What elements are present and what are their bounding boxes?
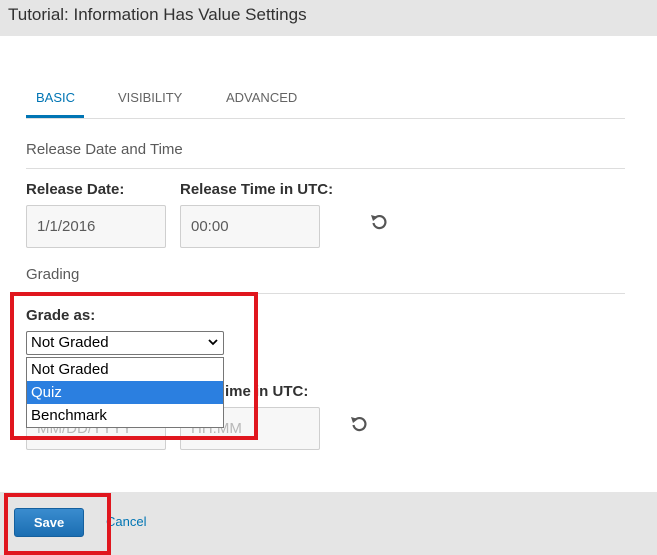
- active-tab-indicator: [26, 115, 84, 118]
- option-benchmark[interactable]: Benchmark: [27, 404, 223, 427]
- release-time-input[interactable]: 00:00: [180, 205, 320, 248]
- save-button[interactable]: Save: [14, 508, 84, 537]
- option-quiz[interactable]: Quiz: [27, 381, 223, 404]
- grading-section-title: Grading: [26, 266, 80, 283]
- footer-bar: [0, 492, 657, 555]
- grading-divider: [26, 293, 625, 294]
- cancel-link[interactable]: Cancel: [106, 514, 146, 529]
- title-bar: Tutorial: Information Has Value Settings: [0, 0, 657, 36]
- option-not-graded[interactable]: Not Graded: [27, 358, 223, 381]
- tab-basic[interactable]: BASIC: [36, 90, 75, 105]
- tab-visibility[interactable]: VISIBILITY: [118, 90, 182, 105]
- due-time-label: ime in UTC:: [225, 383, 309, 400]
- tab-advanced[interactable]: ADVANCED: [226, 90, 297, 105]
- settings-tabs: BASIC VISIBILITY ADVANCED: [26, 88, 625, 119]
- release-date-input[interactable]: 1/1/2016: [26, 205, 166, 248]
- release-section-title: Release Date and Time: [26, 141, 183, 158]
- release-time-label: Release Time in UTC:: [180, 181, 334, 198]
- grade-as-label: Grade as:: [26, 307, 96, 324]
- window-title: Tutorial: Information Has Value Settings: [8, 5, 307, 24]
- release-divider: [26, 168, 625, 169]
- undo-icon[interactable]: [369, 212, 389, 232]
- grade-as-selected-value: Not Graded: [31, 334, 109, 351]
- grade-as-dropdown-list: Not Graded Quiz Benchmark: [26, 357, 224, 428]
- release-date-label: Release Date:: [26, 181, 125, 198]
- chevron-down-icon: [208, 339, 218, 346]
- grade-as-select[interactable]: Not Graded: [26, 331, 224, 355]
- undo-icon[interactable]: [349, 414, 369, 434]
